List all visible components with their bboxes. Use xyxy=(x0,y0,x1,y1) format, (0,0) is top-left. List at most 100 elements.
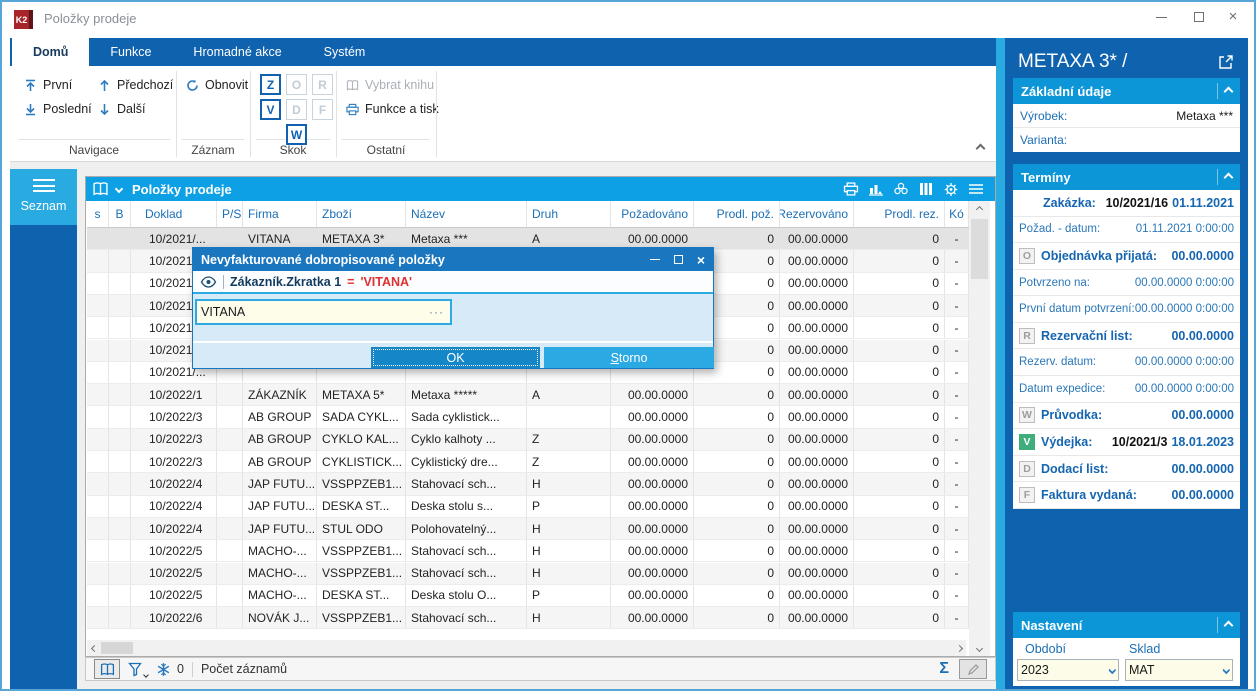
skok-letter-w[interactable]: W xyxy=(286,124,307,145)
scroll-right-arrow[interactable] xyxy=(952,640,966,656)
sidebar-tab-seznam[interactable]: Seznam xyxy=(10,169,77,225)
section-header[interactable]: Základní údaje xyxy=(1013,78,1240,104)
skok-letter-o[interactable]: O xyxy=(286,74,307,95)
nav-last-label: Poslední xyxy=(43,102,92,116)
vertical-scrollbar[interactable] xyxy=(969,201,990,656)
column-header-Název[interactable]: Název xyxy=(406,201,527,227)
open-external-icon[interactable] xyxy=(1218,54,1234,75)
maximize-button[interactable] xyxy=(1182,2,1216,32)
horizontal-scroll-thumb[interactable] xyxy=(101,642,133,654)
dialog-maximize-button[interactable] xyxy=(674,255,683,264)
table-row[interactable]: 10/2022/6NOVÁK J...VSSPPZEB1...Stahovací… xyxy=(87,607,969,629)
terminy-value: 10/2021/1601.11.2021 xyxy=(1106,196,1234,210)
refresh-icon xyxy=(186,79,199,92)
table-row[interactable]: 10/2022/5MACHO-...VSSPPZEB1...Stahovací … xyxy=(87,563,969,585)
lookup-ellipsis-button[interactable]: ··· xyxy=(423,305,450,319)
ribbon-tab-syst-m[interactable]: Systém xyxy=(303,38,387,66)
book-icon[interactable] xyxy=(92,182,109,196)
nav-next-button[interactable]: Další xyxy=(98,99,145,119)
field-value: Metaxa *** xyxy=(1176,109,1233,123)
customer-input[interactable] xyxy=(197,305,423,319)
ok-button[interactable]: OK xyxy=(371,347,540,368)
sklad-combo[interactable]: MAT xyxy=(1125,659,1233,681)
terminy-value: 10/2021/318.01.2023 xyxy=(1112,435,1234,449)
column-header-Zboží[interactable]: Zboží xyxy=(317,201,406,227)
ribbon-tab-hromadn-akce[interactable]: Hromadné akce xyxy=(172,38,302,66)
horizontal-scrollbar[interactable] xyxy=(87,640,966,656)
dropdown-icon[interactable] xyxy=(1110,670,1115,671)
settings-gear-icon[interactable] xyxy=(942,181,960,197)
printer-icon[interactable] xyxy=(842,181,860,197)
sum-button[interactable]: Σ xyxy=(939,660,949,678)
cell-prodl-rez-: 0 xyxy=(854,384,945,405)
section-header[interactable]: Nastavení xyxy=(1013,612,1240,638)
terminy-label: Zakázka: xyxy=(1019,196,1096,210)
filter-button[interactable] xyxy=(128,662,148,677)
scroll-left-arrow[interactable] xyxy=(87,640,101,656)
cell-rezervováno: 00.00.0000 xyxy=(780,563,854,584)
document-number: 10/2021/3 xyxy=(1112,435,1168,449)
obdobi-combo[interactable]: 2023 xyxy=(1017,659,1119,681)
column-header-Prodl. rez.[interactable]: Prodl. rez. xyxy=(854,201,945,227)
table-row[interactable]: 10/2022/1ZÁKAZNÍKMETAXA 5*Metaxa *****A0… xyxy=(87,384,969,406)
column-header-P/S[interactable]: P/S xyxy=(217,201,243,227)
panel-menu-icon[interactable] xyxy=(967,181,985,197)
column-header-Doklad[interactable]: Doklad xyxy=(131,201,217,227)
book-view-button[interactable] xyxy=(94,659,120,679)
section-header[interactable]: Termíny xyxy=(1013,164,1240,190)
functions-print-button[interactable]: Funkce a tisk xyxy=(346,99,439,119)
grouping-icon[interactable] xyxy=(892,181,910,197)
column-header-Požadováno[interactable]: Požadováno xyxy=(611,201,694,227)
ribbon-tab-funkce[interactable]: Funkce xyxy=(89,38,172,66)
eye-icon[interactable] xyxy=(200,276,217,288)
table-row[interactable]: 10/2022/4JAP FUTU...STUL ODOPolohovateln… xyxy=(87,518,969,540)
table-row[interactable]: 10/2022/3AB GROUPCYKLISTICK...Cyklistick… xyxy=(87,451,969,473)
column-header-Druh[interactable]: Druh xyxy=(527,201,611,227)
skok-letter-r[interactable]: R xyxy=(312,74,333,95)
chevron-down-icon[interactable] xyxy=(115,185,123,193)
scroll-down-arrow[interactable] xyxy=(969,640,990,656)
nav-last-button[interactable]: Poslední xyxy=(24,99,92,119)
cell-požadováno: 00.00.0000 xyxy=(611,607,694,628)
nav-first-button[interactable]: První xyxy=(24,75,72,95)
nav-previous-button[interactable]: Předchozí xyxy=(98,75,173,95)
ribbon-collapse-button[interactable] xyxy=(972,142,988,154)
dialog-minimize-button[interactable] xyxy=(650,259,660,260)
column-header-B[interactable]: B xyxy=(109,201,131,227)
column-header-Firma[interactable]: Firma xyxy=(243,201,317,227)
table-row[interactable]: 10/2022/3AB GROUPCYKLO KAL...Cyklo kalho… xyxy=(87,429,969,451)
sklad-value: MAT xyxy=(1129,663,1224,677)
column-header-Rezervováno[interactable]: Rezervováno xyxy=(780,201,854,227)
select-book-label: Vybrat knihu xyxy=(365,78,434,92)
table-row[interactable]: 10/2022/4JAP FUTU...VSSPPZEB1...Stahovac… xyxy=(87,473,969,495)
skok-letter-d[interactable]: D xyxy=(286,99,307,120)
dropdown-icon[interactable] xyxy=(1224,670,1229,671)
customer-lookup-field[interactable]: ··· xyxy=(195,299,452,325)
table-row[interactable]: 10/2022/5MACHO-...VSSPPZEB1...Stahovací … xyxy=(87,540,969,562)
skok-letter-z[interactable]: Z xyxy=(260,74,281,95)
bar-chart-icon[interactable] xyxy=(867,181,885,197)
edit-button[interactable] xyxy=(959,659,987,679)
table-row[interactable]: 10/2022/5MACHO-...DESKA ST...Deska stolu… xyxy=(87,585,969,607)
dialog-close-button[interactable]: × xyxy=(697,255,705,265)
scroll-up-arrow[interactable] xyxy=(969,201,990,217)
group-label-navigace: Navigace xyxy=(18,139,170,157)
refresh-button[interactable]: Obnovit xyxy=(186,75,248,95)
skok-letter-f[interactable]: F xyxy=(312,99,333,120)
columns-icon[interactable] xyxy=(917,181,935,197)
cell-název: Polohovatelný... xyxy=(406,518,527,539)
column-header-Prodl. pož.[interactable]: Prodl. pož. xyxy=(694,201,780,227)
close-button[interactable]: × xyxy=(1216,2,1250,32)
column-header-Kó[interactable]: Kó xyxy=(945,201,969,227)
vertical-scroll-thumb[interactable] xyxy=(971,219,988,279)
column-header-s[interactable]: s xyxy=(87,201,109,227)
minimize-button[interactable] xyxy=(1144,2,1178,32)
panel-separator[interactable] xyxy=(996,38,1005,691)
select-book-button[interactable]: Vybrat knihu xyxy=(346,75,434,95)
storno-button[interactable]: Storno xyxy=(544,347,714,368)
frozen-filter-indicator[interactable]: 0 xyxy=(156,662,184,677)
skok-letter-v[interactable]: V xyxy=(260,99,281,120)
table-row[interactable]: 10/2022/3AB GROUPSADA CYKL...Sada cyklis… xyxy=(87,406,969,428)
table-row[interactable]: 10/2022/4JAP FUTU...DESKA ST...Deska sto… xyxy=(87,496,969,518)
ribbon-tab-dom-[interactable]: Domů xyxy=(12,38,89,66)
